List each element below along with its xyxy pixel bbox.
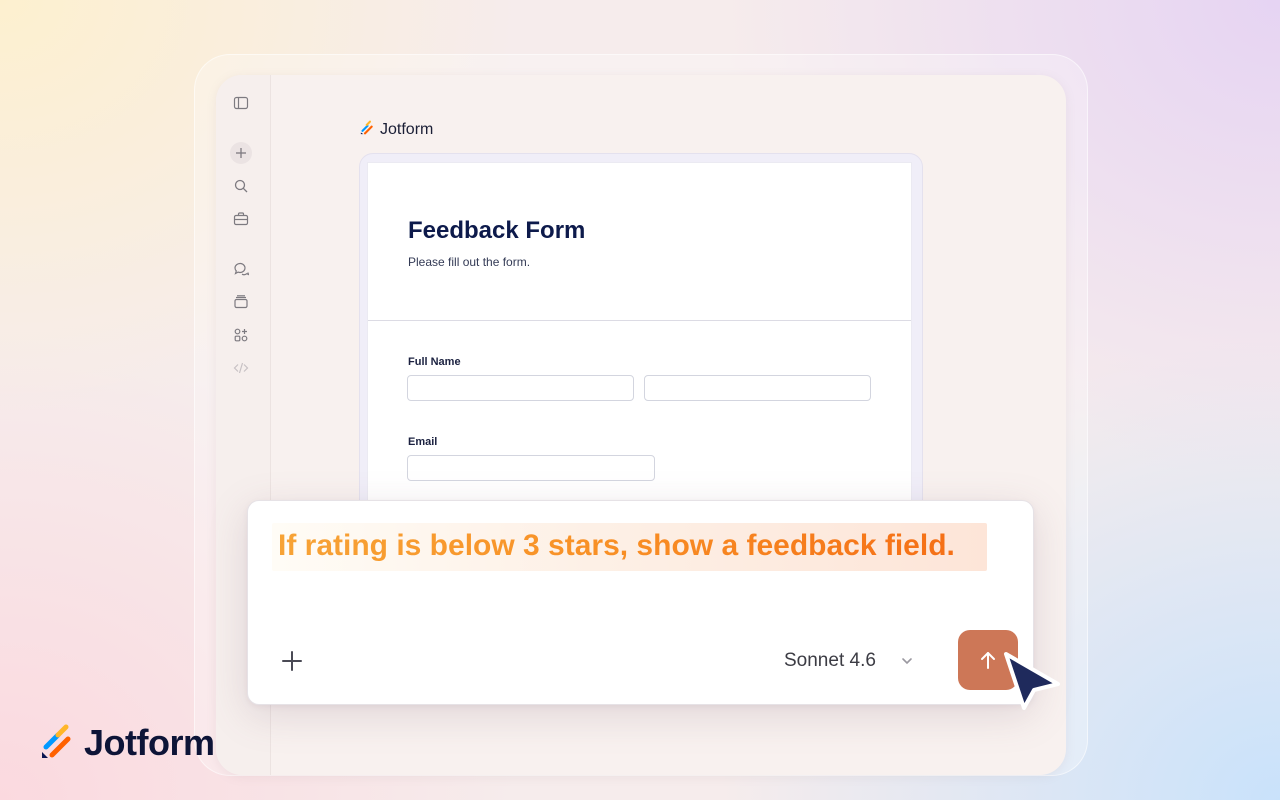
email-input[interactable]: [407, 455, 655, 481]
arrow-up-icon: [981, 652, 995, 669]
apps-icon[interactable]: [230, 324, 252, 346]
first-name-input[interactable]: [407, 375, 634, 401]
brand-header: Jotform: [360, 120, 433, 140]
brand-footer: Jotform: [40, 722, 215, 764]
brand-footer-name: Jotform: [84, 722, 215, 763]
brand-name: Jotform: [380, 121, 434, 138]
archive-icon[interactable]: [230, 291, 252, 313]
attach-plus-button[interactable]: [278, 647, 306, 675]
briefcase-icon[interactable]: [230, 208, 252, 230]
prompt-text[interactable]: If rating is below 3 stars, show a feedb…: [278, 529, 955, 563]
form-header: Feedback Form Please fill out the form.: [368, 163, 911, 321]
sidebar-toggle-icon[interactable]: [230, 92, 252, 114]
form-subtitle: Please fill out the form.: [408, 255, 531, 269]
form-title: Feedback Form: [408, 217, 586, 244]
jotform-logo-icon: [360, 120, 375, 140]
last-name-input[interactable]: [644, 375, 871, 401]
prompt-box[interactable]: If rating is below 3 stars, show a feedb…: [247, 500, 1034, 705]
jotform-logo-icon: [40, 723, 76, 764]
chat-icon[interactable]: [230, 258, 252, 280]
new-chat-plus-icon[interactable]: [230, 142, 252, 164]
chevron-down-icon: [900, 654, 914, 668]
email-label: Email: [408, 436, 438, 448]
search-icon[interactable]: [230, 175, 252, 197]
code-icon[interactable]: [230, 357, 252, 379]
model-name: Sonnet 4.6: [784, 650, 876, 671]
full-name-label: Full Name: [408, 356, 461, 368]
mouse-cursor-icon: [1000, 648, 1064, 712]
model-selector[interactable]: Sonnet 4.6: [784, 647, 914, 675]
